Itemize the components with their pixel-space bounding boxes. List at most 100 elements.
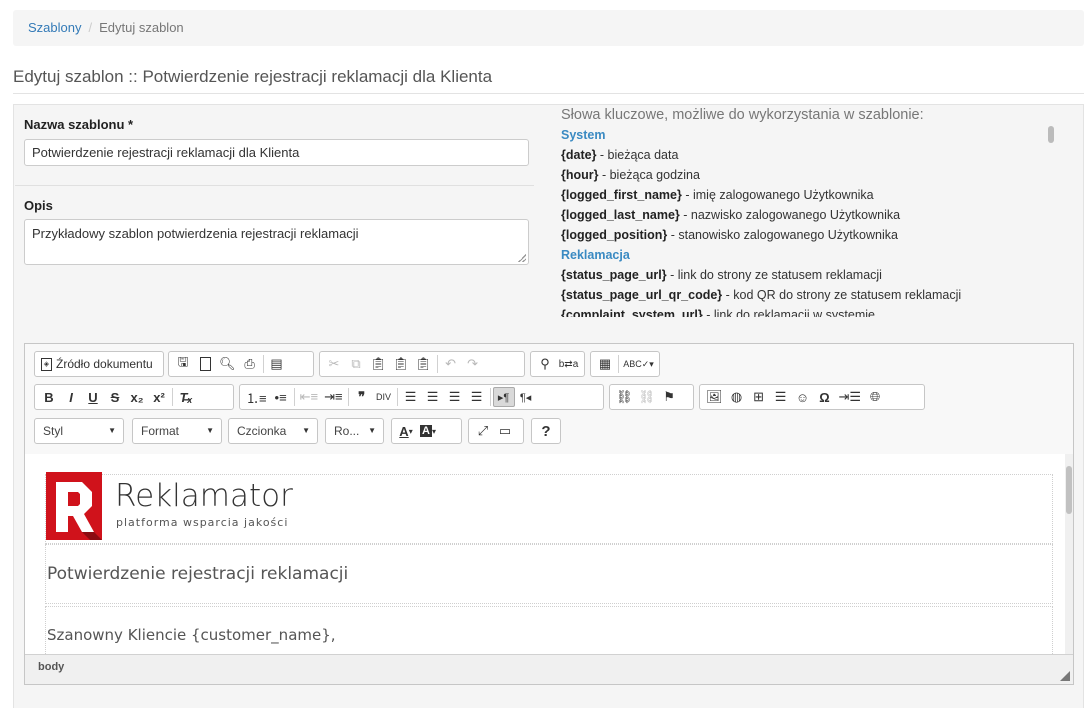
help-button[interactable]: ?: [535, 421, 557, 441]
keyword-key: {date}: [561, 148, 597, 162]
underline-button[interactable]: U: [82, 387, 104, 407]
unlink-button[interactable]: ⛓: [636, 387, 659, 407]
rtl-button[interactable]: ¶◂: [515, 387, 537, 407]
page-break-button[interactable]: ⇥☰: [836, 387, 865, 407]
keyword-key: {complaint_system_url}: [561, 308, 703, 317]
strike-button[interactable]: S: [104, 387, 126, 407]
horizontal-rule-button[interactable]: ☰: [770, 387, 792, 407]
keyword-key: {logged_first_name}: [561, 188, 682, 202]
reklamator-logo-icon: [46, 472, 102, 540]
breadcrumb-link-templates[interactable]: Szablony: [28, 20, 81, 35]
element-path-body[interactable]: body: [38, 661, 64, 673]
editor-content[interactable]: Reklamator platforma wsparcia jakości Po…: [25, 454, 1065, 654]
select-all-button[interactable]: ▦: [594, 354, 616, 374]
keyword-item: {logged_last_name} - nazwisko zalogowane…: [561, 205, 1065, 225]
table-button[interactable]: ⊞: [748, 387, 770, 407]
template-name-label: Nazwa szablonu *: [24, 117, 134, 132]
save-icon: 🖫: [177, 354, 189, 369]
remove-format-button[interactable]: T̶ₓ: [175, 387, 197, 407]
keywords-list: System {date} - bieżąca data {hour} - bi…: [561, 125, 1065, 317]
ltr-button[interactable]: ▸¶: [492, 387, 515, 407]
editor-resize-icon[interactable]: [1060, 671, 1070, 681]
keyword-group-reklamacja: Reklamacja: [561, 245, 1065, 265]
paste-word-button[interactable]: 📋︎: [412, 354, 435, 374]
preview-button[interactable]: 🔍︎: [216, 354, 239, 374]
indent-button[interactable]: ⇥≡: [321, 387, 345, 407]
flash-icon: ◍: [730, 389, 743, 404]
italic-icon: I: [69, 389, 73, 405]
special-char-button[interactable]: Ω: [814, 387, 836, 407]
template-form-panel: Nazwa szablonu * Potwierdzenie rejestrac…: [13, 104, 1084, 708]
editor-scrollbar-thumb[interactable]: [1066, 466, 1072, 514]
toolbar-separator: [618, 355, 619, 373]
editor-scrollbar[interactable]: [1065, 454, 1073, 654]
font-dropdown[interactable]: Czcionka ▼: [228, 418, 318, 444]
font-size-dropdown[interactable]: Ro... ▼: [325, 418, 384, 444]
anchor-button[interactable]: ⚑: [658, 387, 680, 407]
save-button[interactable]: 🖫: [172, 354, 194, 374]
copy-button[interactable]: ⧉: [345, 354, 367, 374]
source-button[interactable]: ◈ Źródło dokumentu: [38, 354, 156, 374]
textarea-resize-handle[interactable]: [518, 254, 526, 262]
text-color-button[interactable]: A ▾: [395, 421, 417, 441]
paste-button[interactable]: 📋︎: [367, 354, 390, 374]
redo-icon: ↷: [467, 356, 478, 371]
undo-button[interactable]: ↶: [440, 354, 462, 374]
chevron-down-icon: ▼: [302, 426, 310, 435]
align-center-button[interactable]: ☰: [422, 387, 444, 407]
italic-button[interactable]: I: [60, 387, 82, 407]
smiley-button[interactable]: ☺: [792, 387, 814, 407]
image-button[interactable]: 🖼︎: [703, 387, 726, 407]
toolbar-group-insert: 🖼︎ ◍ ⊞ ☰ ☺ Ω ⇥☰ 🌐︎: [699, 384, 925, 410]
style-dropdown[interactable]: Styl ▼: [34, 418, 124, 444]
iframe-button[interactable]: 🌐︎: [864, 387, 886, 407]
print-button[interactable]: ⎙: [239, 354, 261, 374]
subscript-button[interactable]: x₂: [126, 387, 148, 407]
description-textarea[interactable]: Przykładowy szablon potwierdzenia rejest…: [24, 219, 529, 265]
keyword-item: {status_page_url} - link do strony ze st…: [561, 265, 1065, 285]
templates-button[interactable]: ▤: [266, 354, 288, 374]
content-greeting: Szanowny Kliencie {customer_name},: [47, 626, 336, 644]
keyword-desc: - link do reklamacji w systemie: [702, 308, 875, 317]
bold-icon: B: [44, 389, 54, 405]
redo-button[interactable]: ↷: [462, 354, 484, 374]
replace-button[interactable]: b⇄a: [556, 354, 581, 374]
keywords-scrollbar[interactable]: [1048, 126, 1054, 143]
numbered-list-button[interactable]: ⒈≡: [243, 387, 270, 407]
show-blocks-button[interactable]: ▭: [494, 421, 516, 441]
maximize-button[interactable]: ⤢: [472, 421, 494, 441]
link-button[interactable]: ⛓: [613, 387, 636, 407]
keyword-item: {hour} - bieżąca godzina: [561, 165, 1065, 185]
bulleted-list-button[interactable]: •≡: [270, 387, 292, 407]
div-button[interactable]: DIV: [373, 387, 395, 407]
bold-button[interactable]: B: [38, 387, 60, 407]
blockquote-button[interactable]: ❞: [351, 387, 373, 407]
justify-button[interactable]: ☰: [466, 387, 488, 407]
ltr-icon: ▸¶: [497, 391, 510, 404]
style-dropdown-label: Styl: [43, 424, 64, 438]
keyword-item: {complaint_system_url} - link do reklama…: [561, 305, 1065, 317]
align-right-button[interactable]: ☰: [444, 387, 466, 407]
source-icon: ◈: [41, 357, 52, 371]
flash-button[interactable]: ◍: [726, 387, 748, 407]
template-name-input[interactable]: Potwierdzenie rejestracji reklamacji dla…: [24, 139, 529, 166]
anchor-icon: ⚑: [663, 389, 675, 404]
chevron-down-icon: ▾: [408, 426, 413, 436]
print-icon: ⎙: [244, 356, 255, 371]
paste-icon: 📋︎: [370, 356, 387, 371]
find-icon: ⚲: [540, 356, 550, 371]
spellcheck-button[interactable]: ABC✓▾: [621, 354, 656, 374]
outdent-button[interactable]: ⇤≡: [297, 387, 321, 407]
keyword-desc: - bieżąca data: [596, 148, 679, 162]
new-page-button[interactable]: [194, 354, 216, 374]
align-left-button[interactable]: ☰: [400, 387, 422, 407]
superscript-button[interactable]: x²: [148, 387, 170, 407]
format-dropdown[interactable]: Format ▼: [132, 418, 222, 444]
editor-statusbar: body: [25, 654, 1073, 684]
paste-text-button[interactable]: 📋︎: [390, 354, 413, 374]
bg-color-button[interactable]: A ▾: [417, 421, 439, 441]
find-button[interactable]: ⚲: [534, 354, 556, 374]
cut-button[interactable]: ✂: [323, 354, 345, 374]
align-right-icon: ☰: [448, 389, 461, 404]
toolbar-separator: [347, 388, 349, 406]
